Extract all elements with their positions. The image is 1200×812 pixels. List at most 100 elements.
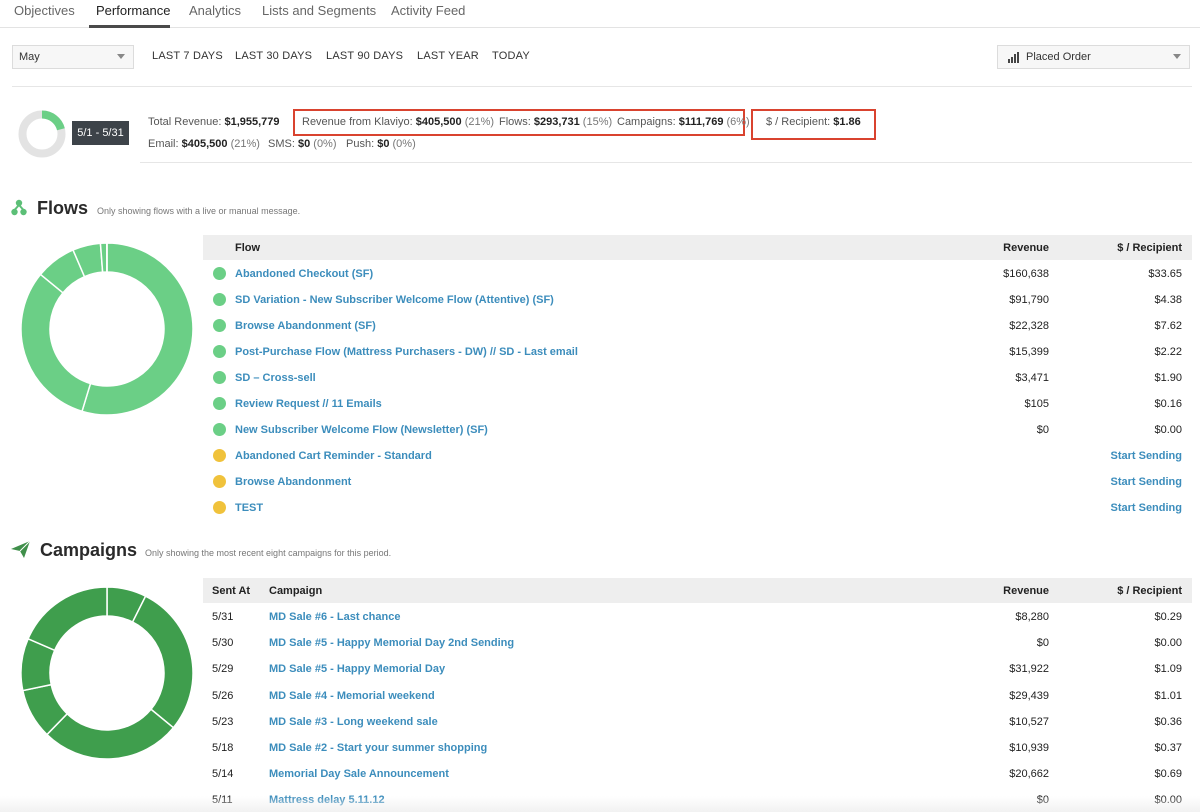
flow-recipient-value: $0.00 <box>1154 424 1182 436</box>
campaign-recipient-value: $0.37 <box>1154 742 1182 754</box>
table-row: 5/26 MD Sale #4 - Memorial weekend $29,439… <box>203 683 1192 709</box>
range-last-7-days[interactable]: LAST 7 DAYS <box>152 50 223 62</box>
flow-name-link[interactable]: New Subscriber Welcome Flow (Newsletter)… <box>235 424 488 436</box>
flow-recipient-value: $4.38 <box>1154 294 1182 306</box>
flow-revenue: $105 <box>1024 398 1049 410</box>
column-header-recipient[interactable]: $ / Recipient <box>1117 585 1182 597</box>
flow-network-icon <box>11 199 27 216</box>
klaviyo-revenue: Revenue from Klaviyo: $405,500 (21%) <box>302 116 494 128</box>
tab-activity-feed[interactable]: Activity Feed <box>391 3 465 18</box>
flow-name-link[interactable]: Abandoned Checkout (SF) <box>235 268 373 280</box>
campaign-revenue: $0 <box>1036 637 1049 650</box>
column-header-recipient[interactable]: $ / Recipient <box>1117 242 1182 254</box>
campaigns-donut-slice <box>27 586 108 652</box>
table-row: Abandoned Cart Reminder - Standard Start … <box>203 443 1192 469</box>
table-row: 5/14 Memorial Day Sale Announcement $20,66… <box>203 761 1192 787</box>
flow-name-link[interactable]: Post-Purchase Flow (Mattress Purchasers … <box>235 346 578 358</box>
campaign-name-link[interactable]: MD Sale #4 - Memorial weekend <box>269 690 435 702</box>
tab-bar: Objectives Performance Analytics Lists a… <box>0 0 1200 28</box>
campaign-name-link[interactable]: MD Sale #6 - Last chance <box>269 611 400 623</box>
table-row: SD – Cross-sell $3,471 $1.90 <box>203 365 1192 391</box>
flow-recipient-value: $0.16 <box>1154 398 1182 410</box>
start-sending-link[interactable]: Start Sending <box>1110 502 1182 514</box>
recipient-value: $1.86 <box>833 116 861 128</box>
divider <box>140 162 1192 163</box>
flow-revenue: $160,638 <box>1003 268 1049 280</box>
status-dot <box>213 423 226 436</box>
tab-objectives[interactable]: Objectives <box>14 3 75 18</box>
flows-donut-slice <box>20 273 92 413</box>
sms-revenue-value: $0 <box>297 138 311 150</box>
range-last-30-days[interactable]: LAST 30 DAYS <box>235 50 312 62</box>
table-row: 5/23 MD Sale #3 - Long weekend sale $10,52… <box>203 709 1192 735</box>
flows-table-header: Flow Revenue $ / Recipient <box>203 235 1192 260</box>
campaigns-table-header: Sent At Campaign Revenue $ / Recipient <box>203 578 1192 603</box>
campaign-name-link[interactable]: MD Sale #2 - Start your summer shopping <box>269 742 487 754</box>
flow-name-link[interactable]: Browse Abandonment <box>235 476 351 488</box>
status-dot <box>213 501 226 514</box>
flow-revenue: $91,790 <box>1009 294 1049 306</box>
campaign-name-link[interactable]: MD Sale #3 - Long weekend sale <box>269 716 438 728</box>
table-row: 5/29 MD Sale #5 - Happy Memorial Day $31,9… <box>203 656 1192 682</box>
range-today[interactable]: TODAY <box>492 50 530 62</box>
campaigns-revenue: Campaigns: $111,769 (6%) <box>617 116 750 128</box>
email-revenue-value: $405,500 <box>181 138 228 150</box>
total-revenue: Total Revenue: $1,955,779 <box>148 116 280 128</box>
campaign-name-link[interactable]: MD Sale #5 - Happy Memorial Day <box>269 663 445 675</box>
sms-revenue: SMS: $0 (0%) <box>268 138 337 150</box>
column-header-revenue[interactable]: Revenue <box>1003 585 1049 597</box>
status-dot <box>213 397 226 410</box>
flow-name-link[interactable]: SD Variation - New Subscriber Welcome Fl… <box>235 294 554 306</box>
flow-name-link[interactable]: Browse Abandonment (SF) <box>235 320 376 332</box>
table-row: 5/30 MD Sale #5 - Happy Memorial Day 2nd … <box>203 630 1192 656</box>
flows-title: Flows <box>37 198 89 218</box>
column-header-flow[interactable]: Flow <box>235 242 260 254</box>
tab-analytics[interactable]: Analytics <box>189 3 241 18</box>
range-last-90-days[interactable]: LAST 90 DAYS <box>326 50 403 62</box>
flows-revenue-value: $293,731 <box>533 116 580 128</box>
campaigns-revenue-pct: (6%) <box>726 116 750 128</box>
start-sending-link[interactable]: Start Sending <box>1110 476 1182 488</box>
status-dot <box>213 267 226 280</box>
metric-select[interactable]: Placed Order <box>997 45 1190 69</box>
status-dot <box>213 319 226 332</box>
flow-name-link[interactable]: TEST <box>235 502 263 514</box>
campaigns-revenue-label: Campaigns: <box>617 116 676 128</box>
month-select-value: May <box>19 51 40 63</box>
month-select[interactable]: May <box>12 45 134 69</box>
flow-name-link[interactable]: Review Request // 11 Emails <box>235 398 382 410</box>
range-last-year[interactable]: LAST YEAR <box>417 50 479 62</box>
table-row: TEST Start Sending <box>203 495 1192 521</box>
campaign-name-link[interactable]: Memorial Day Sale Announcement <box>269 768 449 780</box>
klaviyo-revenue-pct: (21%) <box>464 116 495 128</box>
table-row: SD Variation - New Subscriber Welcome Fl… <box>203 287 1192 313</box>
flow-name-link[interactable]: SD – Cross-sell <box>235 372 316 384</box>
column-header-revenue[interactable]: Revenue <box>1003 242 1049 254</box>
tab-performance[interactable]: Performance <box>96 3 170 18</box>
flows-donut-chart <box>20 242 194 416</box>
total-revenue-value: $1,955,779 <box>224 116 280 128</box>
status-dot <box>213 371 226 384</box>
email-revenue-label: Email: <box>148 138 179 150</box>
campaign-sent-at: 5/26 <box>212 689 234 702</box>
column-header-campaign[interactable]: Campaign <box>269 585 322 597</box>
flow-name-link[interactable]: Abandoned Cart Reminder - Standard <box>235 450 432 462</box>
chevron-down-icon <box>1173 54 1181 59</box>
campaign-recipient-value: $0.29 <box>1154 611 1182 623</box>
table-row: Browse Abandonment (SF) $22,328 $7.62 <box>203 313 1192 339</box>
flow-recipient-value: $7.62 <box>1154 320 1182 332</box>
flows-revenue: Flows: $293,731 (15%) <box>499 116 612 128</box>
campaign-name-link[interactable]: MD Sale #5 - Happy Memorial Day 2nd Send… <box>269 637 514 649</box>
push-revenue-value: $0 <box>377 138 390 150</box>
push-revenue-pct: (0%) <box>392 138 416 150</box>
tab-lists-and-segments[interactable]: Lists and Segments <box>262 3 376 18</box>
flow-revenue: $15,399 <box>1009 346 1049 358</box>
flow-revenue: $0 <box>1036 424 1049 436</box>
metric-select-value: Placed Order <box>1026 51 1091 63</box>
column-header-sent-at[interactable]: Sent At <box>212 585 250 597</box>
campaign-revenue: $10,939 <box>1009 742 1049 754</box>
table-row: Post-Purchase Flow (Mattress Purchasers … <box>203 339 1192 365</box>
status-dot <box>213 293 226 306</box>
start-sending-link[interactable]: Start Sending <box>1110 450 1182 462</box>
campaign-revenue: $29,439 <box>1009 689 1049 702</box>
